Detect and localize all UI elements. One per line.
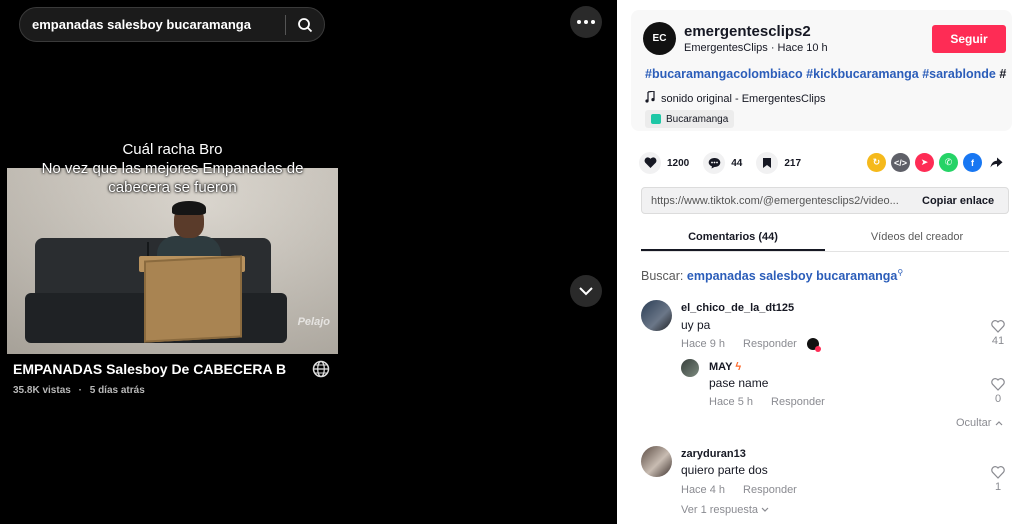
search-hint-query[interactable]: empanadas salesboy bucaramanga (687, 269, 898, 283)
comment-time: Hace 4 h (681, 484, 726, 496)
share-icons: ↻ </> ➤ ✆ f (867, 153, 1006, 172)
globe-icon (312, 360, 330, 378)
view-count: 35.8K vistas (13, 385, 71, 396)
video-pane: empanadas salesboy bucaramanga Pelajo Cu… (0, 0, 617, 524)
location-pin-icon (651, 114, 661, 124)
lightning-badge-icon: ϟ (735, 361, 742, 373)
follow-button[interactable]: Seguir (932, 25, 1006, 53)
video-meta: 35.8K vistas · 5 días atrás (13, 385, 145, 396)
tab-creator-videos[interactable]: Vídeos del creador (825, 225, 1009, 251)
chevron-up-icon[interactable] (995, 417, 1003, 429)
reply-button[interactable]: Responder (743, 338, 797, 350)
comment-tabs: Comentarios (44) Vídeos del creador (641, 225, 1009, 252)
comment-username[interactable]: MAY ϟ (709, 361, 741, 373)
search-hint-label: Buscar: (641, 269, 684, 284)
view-replies-label[interactable]: Ver 1 respuesta (681, 504, 758, 516)
hide-replies-label[interactable]: Ocultar (956, 417, 991, 429)
facebook-icon[interactable]: f (963, 153, 982, 172)
hashtag-overflow[interactable]: # (999, 67, 1006, 81)
commenter-avatar[interactable] (641, 300, 672, 331)
comment-time: Hace 5 h (709, 396, 754, 408)
comment-text: uy pa (681, 318, 711, 332)
caption-line: Cuál racha Bro (122, 141, 223, 158)
comment-username[interactable]: zaryduran13 (681, 448, 746, 460)
hashtag-list[interactable]: #bucaramangacolombiaco #kickbucaramanga … (645, 67, 996, 81)
like-count: 1200 (667, 157, 690, 169)
comment-like-count: 1 (994, 481, 1002, 493)
video-caption: Cuál racha Bro No vez que las mejores Em… (0, 140, 345, 197)
hide-replies-button[interactable]: Ocultar (956, 417, 1003, 429)
meta-separator: · (78, 385, 82, 396)
search-small-icon: ⚲ (897, 268, 904, 277)
save-count: 217 (784, 157, 802, 169)
chevron-down-icon[interactable] (761, 504, 769, 516)
comment-text: quiero parte dos (681, 463, 768, 477)
author-card: EC emergentesclips2 EmergentesClips · Ha… (631, 10, 1012, 131)
embed-icon[interactable]: </> (891, 153, 910, 172)
like-button[interactable]: 1200 (639, 152, 689, 174)
search-input[interactable]: empanadas salesboy bucaramanga (20, 17, 285, 32)
music-title[interactable]: sonido original - EmergentesClips (661, 93, 825, 105)
comment-text: pase name (709, 376, 769, 390)
heart-icon[interactable] (639, 152, 661, 174)
comment-count: 44 (731, 157, 743, 169)
save-button[interactable]: 217 (756, 152, 801, 174)
reply-button[interactable]: Responder (743, 484, 797, 496)
search-icon[interactable] (286, 7, 324, 42)
caption-line: cabecera se fueron (108, 179, 237, 196)
chevron-down-icon[interactable] (570, 275, 602, 307)
comment-like-count: 0 (994, 393, 1002, 405)
comment-bubble-icon[interactable] (703, 152, 726, 174)
heart-outline-icon (991, 378, 1005, 391)
music-note-icon (645, 90, 655, 106)
details-panel: EC emergentesclips2 EmergentesClips · Ha… (617, 0, 1024, 524)
send-icon[interactable]: ➤ (915, 153, 934, 172)
comment-time: Hace 9 h (681, 338, 726, 350)
view-replies-button[interactable]: Ver 1 respuesta (681, 504, 769, 516)
heart-outline-icon (991, 320, 1005, 333)
share-link-box: https://www.tiktok.com/@emergentesclips2… (641, 187, 1009, 214)
caption-line: No vez que las mejores Empanadas de (41, 160, 304, 177)
comment-like-button[interactable]: 1 (988, 466, 1008, 493)
comment-like-button[interactable]: 41 (988, 320, 1008, 347)
engagement-stats: 1200 44 217 (639, 151, 815, 175)
whatsapp-icon[interactable]: ✆ (939, 153, 958, 172)
location-label[interactable]: Bucaramanga (666, 114, 728, 125)
search-bar[interactable]: empanadas salesboy bucaramanga (19, 7, 325, 42)
heart-outline-icon (991, 466, 1005, 479)
copy-link-button[interactable]: Copiar enlace (912, 195, 994, 207)
music-row[interactable]: sonido original - EmergentesClips (645, 90, 825, 106)
author-subtitle: EmergentesClips · Hace 10 h (684, 42, 828, 54)
share-arrow-icon[interactable] (987, 153, 1006, 172)
creator-liked-icon (806, 338, 821, 352)
hashtags[interactable]: #bucaramangacolombiaco #kickbucaramanga … (645, 67, 1006, 81)
comment-button[interactable]: 44 (703, 152, 742, 174)
repost-icon[interactable]: ↻ (867, 153, 886, 172)
reply-button[interactable]: Responder (771, 396, 825, 408)
share-link-url[interactable]: https://www.tiktok.com/@emergentesclips2… (642, 195, 912, 207)
comment-like-button[interactable]: 0 (988, 378, 1008, 405)
comment-like-count: 41 (991, 335, 1005, 347)
more-options-icon[interactable] (570, 6, 602, 38)
location-tag[interactable]: Bucaramanga (645, 110, 735, 128)
comment-username[interactable]: el_chico_de_la_dt125 (681, 302, 794, 314)
empanada-box-image (144, 255, 242, 343)
author-username[interactable]: emergentesclips2 (684, 23, 811, 40)
commenter-avatar[interactable] (641, 446, 672, 477)
commenter-avatar[interactable] (681, 359, 699, 377)
comment-meta: Hace 9 h Responder (681, 338, 821, 352)
comment-meta: Hace 5 h Responder (709, 396, 825, 408)
tab-comments[interactable]: Comentarios (44) (641, 225, 825, 251)
video-age: 5 días atrás (89, 385, 145, 396)
bookmark-icon[interactable] (756, 152, 779, 174)
video-title[interactable]: EMPANADAS Salesboy De CABECERA B (13, 361, 303, 377)
comment-search-hint[interactable]: Buscar: empanadas salesboy bucaramanga⚲ (641, 268, 903, 283)
avatar[interactable]: EC (643, 22, 676, 55)
comment-meta: Hace 4 h Responder (681, 484, 797, 496)
reply-username[interactable]: MAY (709, 361, 732, 373)
video-watermark: Pelajo (297, 316, 330, 328)
